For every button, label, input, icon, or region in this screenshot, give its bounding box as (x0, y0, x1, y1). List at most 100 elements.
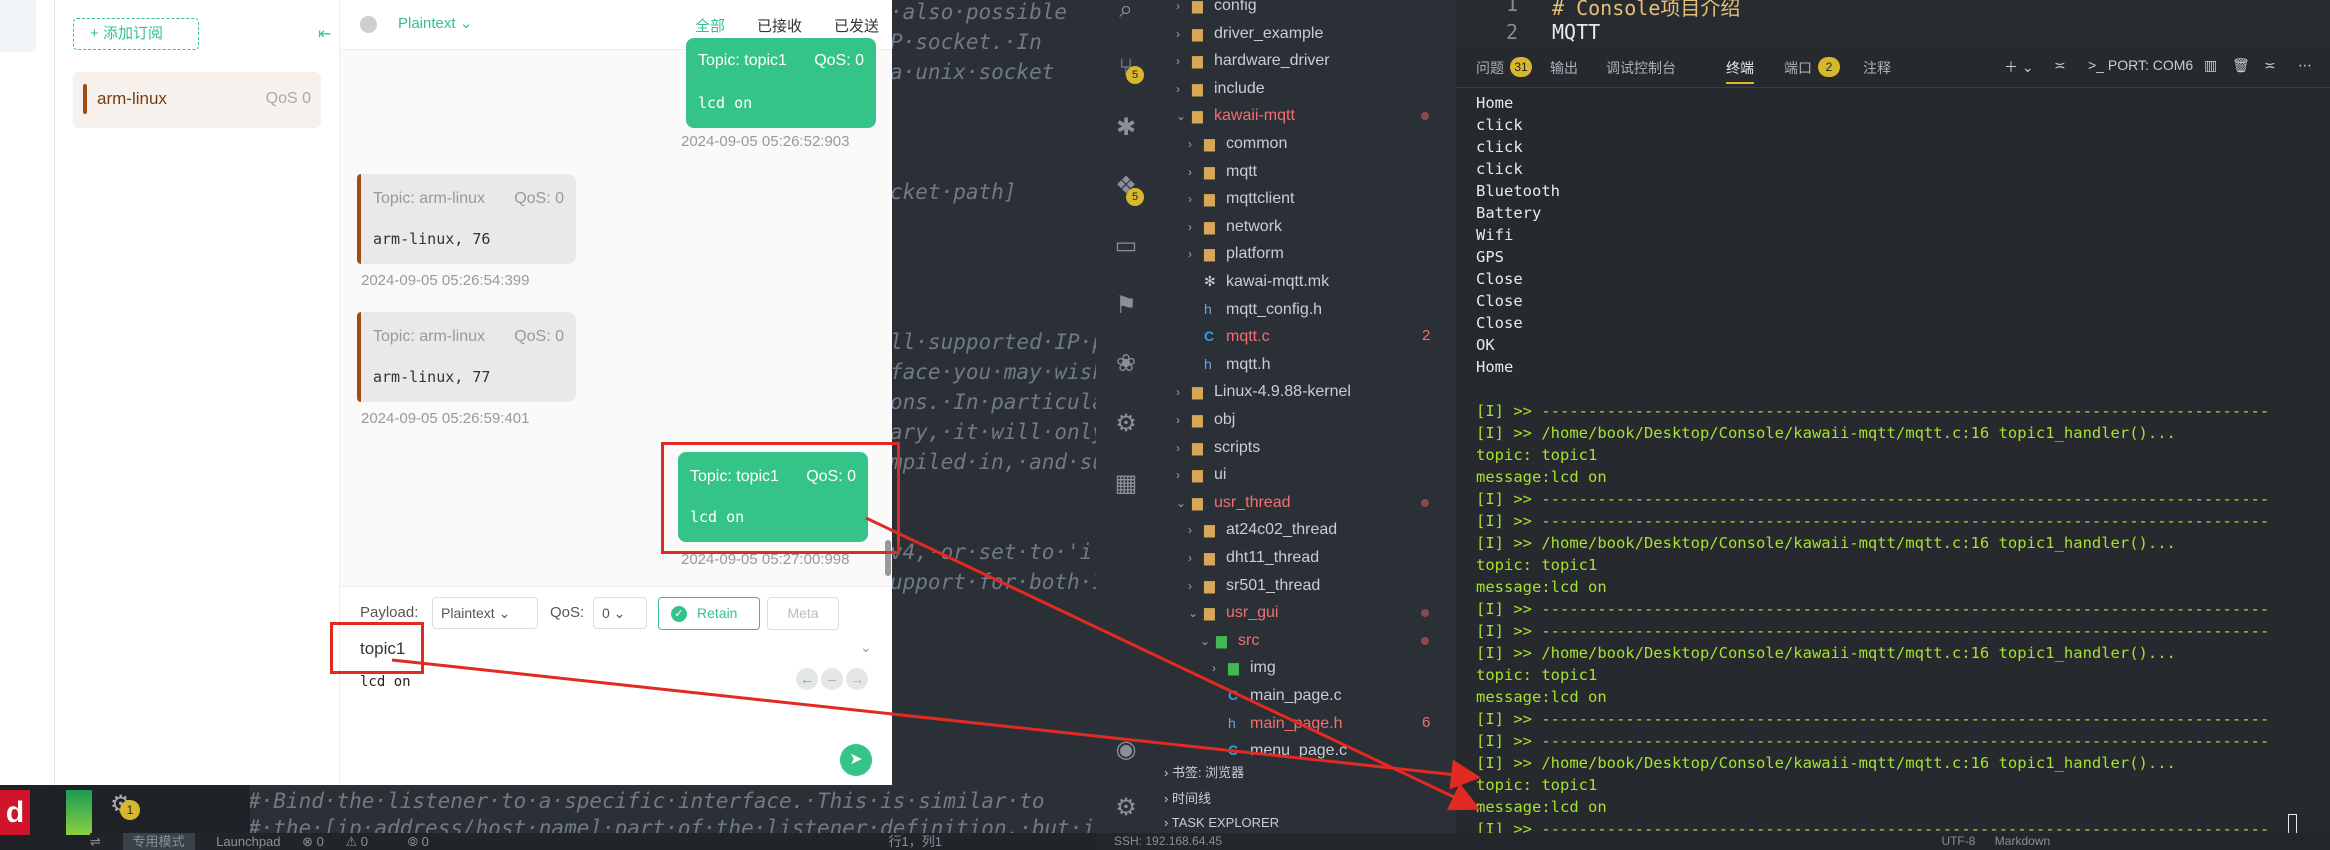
errors-count[interactable]: ⊗ 0 ⚠ 0 (302, 833, 386, 850)
account-icon[interactable]: ◉ (1112, 736, 1140, 764)
split-icon[interactable]: ▥ (2204, 57, 2217, 74)
tree-item[interactable]: ⌄ ▆ usr_thread (1176, 489, 1291, 516)
paw-icon[interactable]: ❀ (1112, 350, 1140, 378)
history-clear-icon[interactable]: – (821, 668, 843, 690)
launchpad-item[interactable]: Launchpad (216, 833, 280, 850)
tab-problems[interactable]: 问题 (1476, 58, 1504, 78)
modified-dot (1421, 609, 1429, 618)
message-qos: QoS: 0 (514, 328, 564, 345)
tree-item[interactable]: › ▆ platform (1188, 240, 1284, 267)
ports-badge: 2 (1818, 57, 1840, 77)
add-subscription-button[interactable]: + 添加订阅 (73, 18, 199, 50)
remote-explorer-icon[interactable]: ▭ (1112, 232, 1140, 260)
cursor-position[interactable]: 行1，列1 (889, 833, 942, 850)
tab-sent[interactable]: 已发送 (834, 15, 879, 36)
search-icon[interactable]: ⌕ (1112, 0, 1140, 24)
tab-comments[interactable]: 注释 (1863, 58, 1891, 78)
tree-item[interactable]: Cmain_page.c (1212, 682, 1342, 709)
more-icon[interactable]: ⋯ (2298, 57, 2312, 74)
payload-editor[interactable]: lcd on (360, 674, 411, 690)
tree-item[interactable]: › ▆ include (1176, 75, 1265, 102)
payload-format-select[interactable]: Plaintext ⌄ (432, 597, 538, 629)
subscription-item[interactable]: arm-linux QoS 0 (73, 72, 321, 128)
tree-item[interactable]: › ▆ scripts (1176, 434, 1260, 461)
modified-dot (1421, 498, 1429, 507)
line-number: 2 (1506, 20, 1519, 44)
subscription-color-bar (83, 84, 87, 114)
tree-item[interactable]: › ▆ at24c02_thread (1188, 516, 1337, 543)
tab-output[interactable]: 输出 (1550, 58, 1578, 78)
tree-item[interactable]: ⌄ ▆ kawaii-mqtt (1176, 102, 1295, 129)
tree-item[interactable]: › ▆ mqttclient (1188, 185, 1294, 212)
history-forward-icon[interactable]: → (846, 668, 868, 690)
tree-item[interactable]: › ▆ dht11_thread (1188, 544, 1319, 571)
encoding-status[interactable]: UTF-8 (1941, 833, 1975, 850)
retain-toggle[interactable]: ✓ Retain (658, 597, 760, 630)
tree-item[interactable]: h main_page.h (1212, 710, 1343, 737)
tree-item[interactable]: Cmqtt.c (1188, 323, 1270, 350)
taskbar-app-icon[interactable]: d (0, 790, 30, 835)
docker-icon[interactable]: ▦ (1112, 470, 1140, 498)
qos-label: QoS: (550, 604, 585, 621)
send-button[interactable]: ➤ (840, 744, 872, 776)
editor-line[interactable]: MQTT (1552, 20, 1600, 44)
meta-button[interactable]: Meta (767, 597, 839, 630)
tree-item[interactable]: › ▆ common (1188, 130, 1287, 157)
section-bookmarks[interactable]: › 书签: 浏览器 (1164, 762, 1244, 781)
code-line: upport·for·both·I (890, 570, 1105, 594)
connection-tab[interactable] (0, 0, 36, 52)
tree-item[interactable]: › ▆ Linux-4.9.88-kernel (1176, 378, 1351, 405)
tree-item[interactable]: › ▆ driver_example (1176, 20, 1323, 47)
port-selector[interactable]: >_ PORT: COM6 (2088, 57, 2193, 73)
mode-indicator[interactable]: 专用模式 (122, 833, 195, 850)
clear-icon[interactable]: ≍ (2054, 57, 2066, 74)
history-back-icon[interactable]: ← (796, 668, 818, 690)
collapse-panel-icon[interactable]: ⇤ (318, 24, 336, 43)
qos-select[interactable]: 0 ⌄ (593, 597, 647, 629)
tree-item[interactable]: › ▆ config (1176, 0, 1257, 19)
section-timeline[interactable]: › 时间线 (1164, 788, 1211, 807)
clear-all-icon[interactable]: ≍ (2264, 57, 2276, 74)
tree-item[interactable]: ⌄ ▆ usr_gui (1188, 599, 1278, 626)
tree-item[interactable]: › ▆ sr501_thread (1188, 572, 1320, 599)
section-task-explorer[interactable]: › TASK EXPLORER (1164, 815, 1279, 830)
tab-all[interactable]: 全部 (695, 15, 725, 36)
tree-item[interactable]: › ▆ img (1212, 654, 1276, 681)
tree-item-label: mqtt (1226, 162, 1258, 180)
bookmark-icon[interactable]: ⚑ (1112, 292, 1140, 320)
ports-count[interactable]: ⦾ 0 (408, 833, 447, 850)
tree-item[interactable]: ✻ kawai-mqtt.mk (1188, 268, 1329, 295)
sent-message[interactable]: Topic: topic1 QoS: 0 lcd on (686, 38, 876, 128)
settings-sync-icon[interactable]: ⚙ (1112, 410, 1140, 438)
debug-icon[interactable]: ✱ (1112, 114, 1140, 142)
tree-item[interactable]: › ▆ hardware_driver (1176, 47, 1330, 74)
chevron-down-icon[interactable]: ⌄ (860, 639, 872, 656)
tab-received[interactable]: 已接收 (757, 15, 802, 36)
new-terminal-icon[interactable]: ＋ ⌄ (2004, 57, 2034, 77)
received-message[interactable]: Topic: arm-linux QoS: 0 arm-linux, 76 (357, 174, 576, 264)
tab-terminal[interactable]: 终端 (1726, 58, 1754, 84)
tree-item[interactable]: › ▆ ui (1176, 461, 1226, 488)
terminal-cursor (2288, 814, 2297, 834)
tree-item[interactable]: › ▆ mqtt (1188, 158, 1257, 185)
remote-icon[interactable]: ⇌ (90, 833, 101, 850)
folder-icon: ▆ (1204, 135, 1215, 151)
tree-item[interactable]: › ▆ obj (1176, 406, 1235, 433)
chevron-right-icon: › (1188, 137, 1192, 151)
pycharm-icon[interactable] (66, 790, 92, 835)
received-message[interactable]: Topic: arm-linux QoS: 0 arm-linux, 77 (357, 312, 576, 402)
tree-item[interactable]: ⌄ ▆ src (1200, 627, 1259, 654)
manage-gear-icon[interactable]: ⚙ (1112, 794, 1140, 822)
tab-debug-console[interactable]: 调试控制台 (1606, 58, 1676, 78)
format-dropdown[interactable]: Plaintext ⌄ (398, 14, 472, 32)
tree-item[interactable]: Cmenu_page.c (1212, 737, 1347, 764)
terminal-output[interactable]: Home click click click Bluetooth Battery Wifi G… (1476, 92, 2269, 840)
tree-item[interactable]: h mqtt.h (1188, 351, 1270, 378)
ssh-status[interactable]: SSH: 192.168.64.45 (1114, 833, 1222, 850)
tree-item[interactable]: › ▆ network (1188, 213, 1282, 240)
trash-icon[interactable]: 🗑 (2232, 57, 2250, 74)
tab-ports[interactable]: 端口 (1784, 58, 1812, 78)
editor-line[interactable]: # Console项目介绍 (1552, 0, 1740, 21)
language-mode[interactable]: Markdown (1995, 833, 2050, 850)
tree-item[interactable]: h mqtt_config.h (1188, 296, 1322, 323)
